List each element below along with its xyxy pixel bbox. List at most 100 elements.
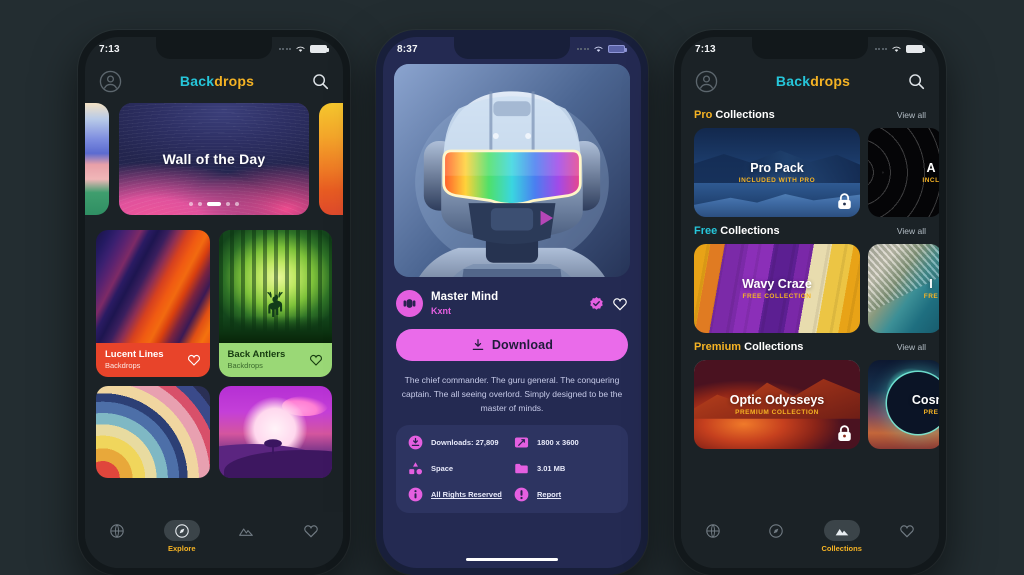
verified-badge-icon <box>590 296 603 310</box>
nav-item-explore[interactable]: Explore <box>163 520 200 553</box>
wallpaper-title: Master Mind <box>431 291 499 303</box>
carousel-dot[interactable] <box>198 202 202 206</box>
collection-card-partial[interactable]: I FRE <box>868 244 939 333</box>
info-link[interactable]: All Rights Reserved <box>431 490 502 499</box>
collection-card-partial[interactable]: A INCL <box>868 128 939 217</box>
section-header: Free Collections View all <box>694 225 939 237</box>
collection-card-optic-odysseys[interactable]: Optic Odysseys PREMIUM COLLECTION <box>694 360 860 449</box>
search-icon[interactable] <box>908 73 925 90</box>
wallpaper-description: The chief commander. The guru general. T… <box>401 375 623 413</box>
nav-item-collections[interactable] <box>228 520 264 541</box>
download-button[interactable]: Download <box>396 329 628 362</box>
lock-icon <box>838 425 851 441</box>
signal-dots-icon <box>278 48 291 50</box>
nav-item-explore[interactable] <box>758 520 794 541</box>
battery-icon <box>906 45 925 53</box>
collection-subtitle: PRE <box>923 409 939 416</box>
heart-icon <box>900 524 915 537</box>
wallpaper-card-lucent-lines[interactable]: Lucent Lines Backdrops <box>96 230 210 377</box>
view-all-link[interactable]: View all <box>897 342 926 352</box>
info-row: Space 3.01 MB <box>408 461 616 476</box>
phone-1-screen: 7:13 Backdrops Wall of the Day Lucent Li… <box>85 37 343 568</box>
info-icon <box>408 488 423 502</box>
info-value: Space <box>431 464 454 474</box>
info-row: All Rights Reserved Report <box>408 487 616 502</box>
view-all-link[interactable]: View all <box>897 110 926 120</box>
bottom-navigation[interactable]: Explore <box>85 512 343 568</box>
wallpaper-thumbnail <box>218 230 332 343</box>
profile-icon[interactable] <box>695 70 718 93</box>
card-title: Lucent Lines <box>105 349 164 361</box>
wallpaper-grid: Lucent Lines Backdrops Back Antlers Back… <box>85 221 343 478</box>
heart-icon[interactable] <box>309 353 323 367</box>
carousel-slide-prev[interactable] <box>85 103 109 215</box>
collection-row[interactable]: Wavy Craze FREE COLLECTION I FRE <box>694 244 939 333</box>
collection-row[interactable]: Optic Odysseys PREMIUM COLLECTION Cosmi … <box>694 360 939 449</box>
collection-card-wavy-craze[interactable]: Wavy Craze FREE COLLECTION <box>694 244 860 333</box>
globe-icon <box>110 523 124 538</box>
info-cell-filesize: 3.01 MB <box>514 461 616 476</box>
search-icon[interactable] <box>312 73 329 90</box>
info-link[interactable]: Report <box>537 490 561 499</box>
profile-icon[interactable] <box>99 70 122 93</box>
brand-part-2: drops <box>810 73 851 89</box>
nav-item-globe[interactable] <box>695 520 731 541</box>
collection-subtitle: FRE <box>923 293 939 300</box>
wallpaper-card-sunset[interactable] <box>218 386 332 478</box>
carousel-dot[interactable] <box>226 202 230 206</box>
wallpaper-card-rainbow[interactable] <box>96 386 210 478</box>
info-cell-rights[interactable]: All Rights Reserved <box>408 487 510 502</box>
brand-part-1: Back <box>179 73 215 89</box>
space-icon <box>409 462 422 475</box>
battery-icon <box>608 45 627 53</box>
wallpaper-carousel[interactable]: Wall of the Day <box>85 103 343 221</box>
phone-2: 8:37 Master Mind Kxnt Download The chief… <box>376 30 648 575</box>
carousel-slide-active[interactable]: Wall of the Day <box>119 103 309 215</box>
home-indicator <box>466 557 558 561</box>
nav-item-favorites[interactable] <box>889 520 925 541</box>
heart-icon[interactable] <box>612 296 628 312</box>
nav-item-collections[interactable]: Collections <box>821 520 862 553</box>
meta-text: Master Mind Kxnt <box>431 290 581 317</box>
avatar-glyph-icon <box>403 299 416 308</box>
heart-icon[interactable] <box>187 353 201 367</box>
view-all-link[interactable]: View all <box>897 226 926 236</box>
wallpaper-preview[interactable] <box>394 64 630 277</box>
bottom-navigation[interactable]: Collections <box>681 512 939 568</box>
brand-part-2: drops <box>214 73 255 89</box>
collection-name: Pro Pack <box>750 161 804 175</box>
section-title: Premium Collections <box>694 341 803 353</box>
author-avatar[interactable] <box>396 290 423 318</box>
carousel-slide-next[interactable] <box>319 103 343 215</box>
nav-item-favorites[interactable] <box>293 520 329 541</box>
collection-name: Wavy Craze <box>742 277 812 291</box>
card-footer: Back Antlers Backdrops <box>218 343 332 377</box>
collection-card-pro-pack[interactable]: Pro Pack INCLUDED WITH PRO <box>694 128 860 217</box>
carousel-dot[interactable] <box>189 202 193 206</box>
section-title-rest: Collections <box>712 109 775 121</box>
battery-icon <box>310 45 329 53</box>
wallpaper-card-back-antlers[interactable]: Back Antlers Backdrops <box>218 230 332 377</box>
download-icon <box>472 339 484 351</box>
lock-icon <box>838 193 851 209</box>
carousel-dot[interactable] <box>235 202 239 206</box>
carousel-dots[interactable] <box>119 202 309 206</box>
collection-row[interactable]: Pro Pack INCLUDED WITH PRO A INCL <box>694 128 939 217</box>
carousel-dot-active[interactable] <box>207 202 221 206</box>
globe-icon <box>705 523 720 538</box>
info-cell-report[interactable]: Report <box>514 487 616 502</box>
collection-subtitle: FREE COLLECTION <box>742 293 812 300</box>
robot-artwork <box>394 64 630 277</box>
phone-1: 7:13 Backdrops Wall of the Day Lucent Li… <box>78 30 350 575</box>
mountain-icon <box>835 528 849 535</box>
collection-subtitle: PREMIUM COLLECTION <box>735 409 819 416</box>
section-pro-collections: Pro Collections View all Pro Pack INCLUD… <box>681 109 939 217</box>
signal-dots-icon <box>576 48 589 50</box>
card-footer: Lucent Lines Backdrops <box>96 343 210 377</box>
wallpaper-meta: Master Mind Kxnt <box>383 277 641 318</box>
collection-subtitle: INCL <box>922 177 939 184</box>
nav-item-globe[interactable] <box>99 520 135 541</box>
collection-card-partial[interactable]: Cosmi PRE <box>868 360 939 449</box>
card-subtitle: Backdrops <box>227 361 263 371</box>
info-row: Downloads: 27,809 1800 x 3600 <box>408 435 616 450</box>
